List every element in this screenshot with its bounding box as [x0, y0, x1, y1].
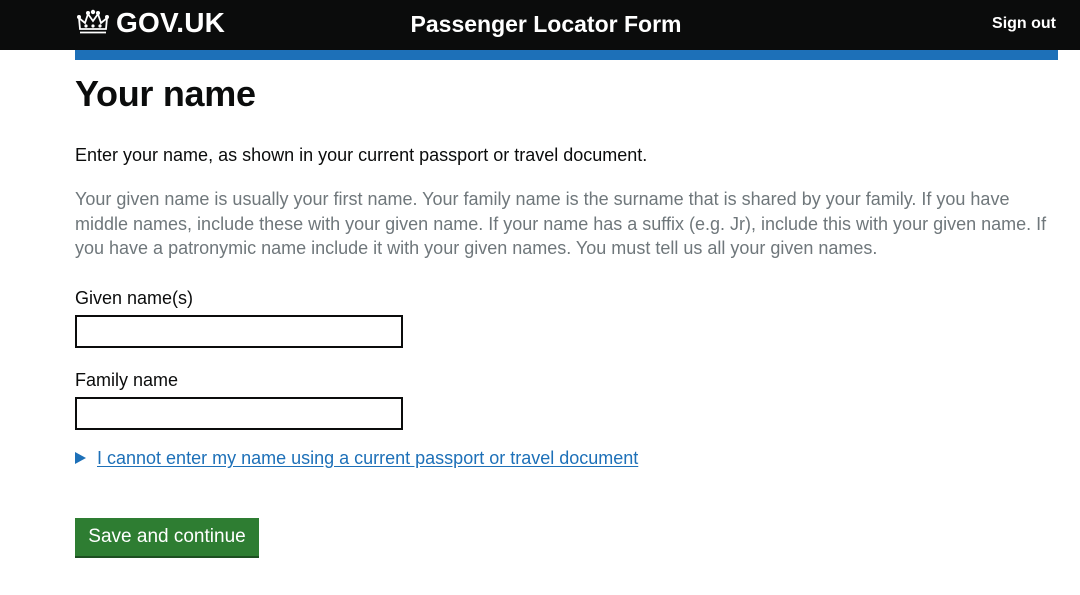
page-title: Your name	[75, 73, 256, 114]
caret-right-icon	[75, 452, 86, 464]
family-name-label: Family name	[75, 370, 179, 390]
given-name-label: Given name(s)	[75, 288, 194, 308]
name-help-details[interactable]: I cannot enter my name using a current p…	[75, 446, 638, 470]
name-help-summary-link[interactable]: I cannot enter my name using a current p…	[97, 446, 638, 470]
site-header: GOV.UK Passenger Locator Form Sign out	[0, 0, 1080, 50]
hint-text: Your given name is usually your first na…	[75, 189, 1047, 258]
service-name[interactable]: Passenger Locator Form	[0, 8, 1080, 40]
given-name-input[interactable]	[75, 315, 403, 348]
family-name-input[interactable]	[75, 397, 403, 430]
header-accent-bar	[75, 50, 1058, 60]
lead-text: Enter your name, as shown in your curren…	[75, 145, 648, 165]
save-and-continue-button[interactable]: Save and continue	[75, 518, 259, 556]
sign-out-link[interactable]: Sign out	[992, 14, 1056, 34]
